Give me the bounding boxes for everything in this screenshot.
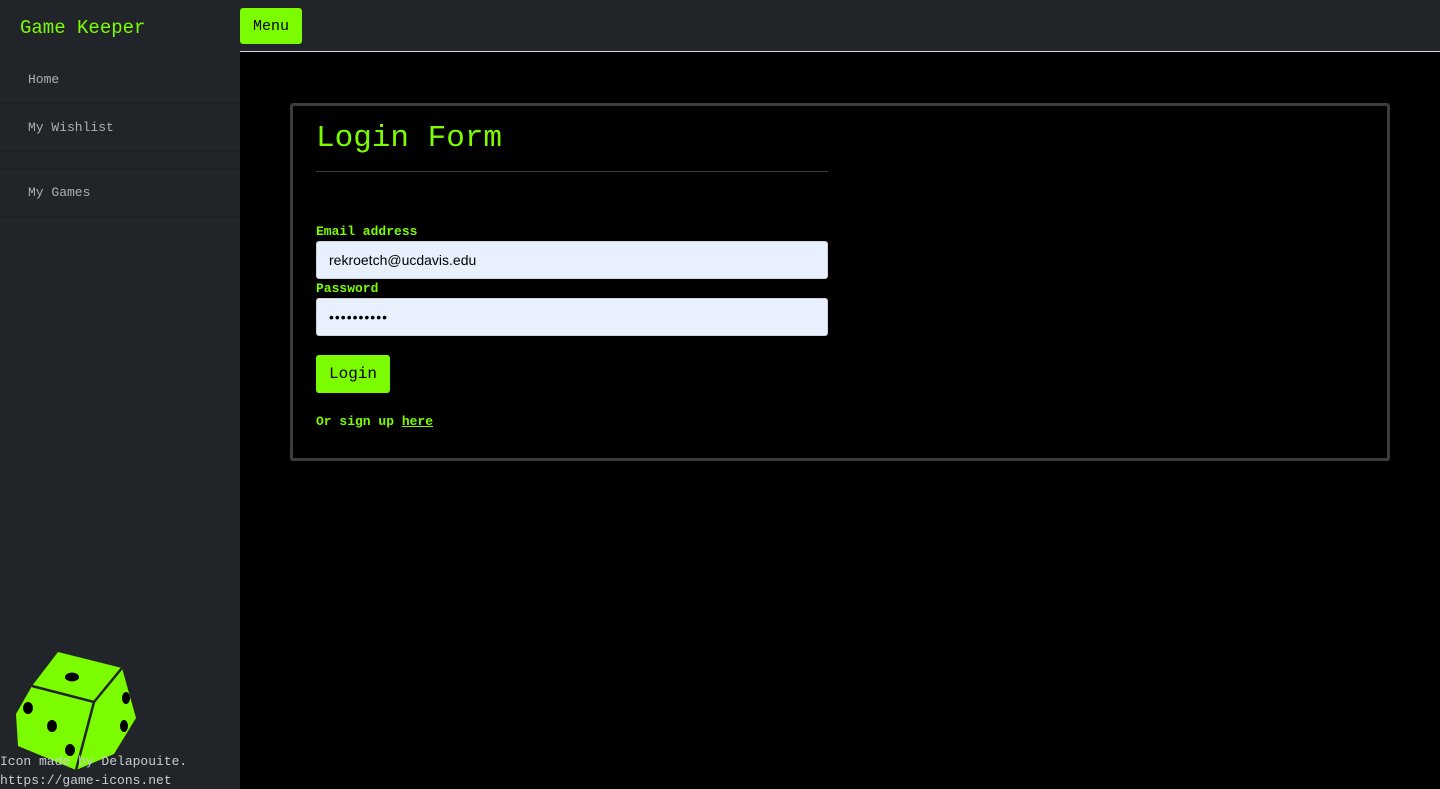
top-bar: Menu bbox=[240, 0, 1440, 52]
brand-title[interactable]: Game Keeper bbox=[20, 16, 145, 40]
sidebar-item-my-games[interactable]: My Games bbox=[0, 169, 240, 217]
icon-credit: Icon made by Delapouite. https://game-ic… bbox=[0, 752, 187, 789]
login-card: Login Form Email address Password Login … bbox=[290, 103, 1390, 461]
menu-button[interactable]: Menu bbox=[240, 8, 302, 44]
signup-text: Or sign up here bbox=[316, 414, 433, 430]
signup-link[interactable]: here bbox=[402, 414, 433, 429]
sidebar-divider bbox=[0, 152, 240, 169]
title-divider bbox=[316, 171, 828, 172]
login-button[interactable]: Login bbox=[316, 355, 390, 393]
sidebar-nav: Home My Wishlist My Games bbox=[0, 56, 240, 217]
email-field[interactable] bbox=[316, 241, 828, 279]
icon-credit-author: Icon made by Delapouite. bbox=[0, 754, 188, 769]
icon-credit-url: https://game-icons.net bbox=[0, 773, 172, 788]
email-label: Email address bbox=[316, 224, 418, 239]
sidebar-item-wishlist[interactable]: My Wishlist bbox=[0, 104, 240, 152]
sidebar: Game Keeper Home My Wishlist My Games Ic… bbox=[0, 0, 240, 789]
signup-prefix: Or sign up bbox=[316, 414, 402, 429]
form-title: Login Form bbox=[316, 121, 503, 156]
sidebar-item-home[interactable]: Home bbox=[0, 56, 240, 104]
password-label: Password bbox=[316, 281, 379, 296]
main-content: Login Form Email address Password Login … bbox=[240, 52, 1440, 789]
password-field[interactable] bbox=[316, 298, 828, 336]
